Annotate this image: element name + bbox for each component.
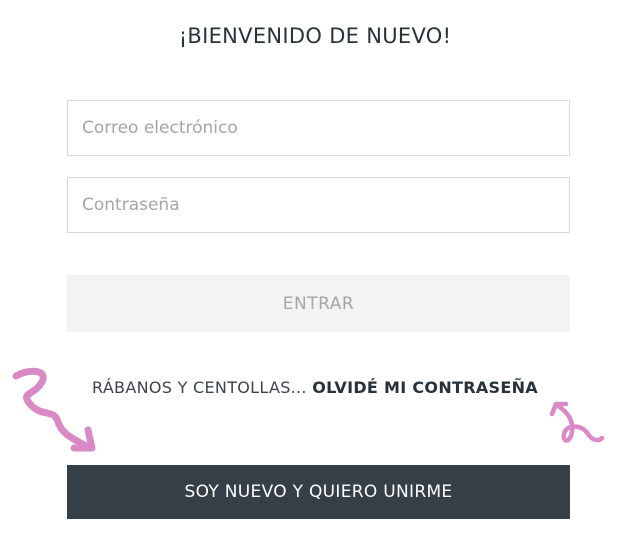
join-button[interactable]: SOY NUEVO Y QUIERO UNIRME <box>67 465 570 519</box>
email-field[interactable] <box>67 100 570 156</box>
password-field[interactable] <box>67 177 570 233</box>
page-title: ¡BIENVENIDO DE NUEVO! <box>178 24 452 48</box>
loop-arrow-icon <box>549 401 605 443</box>
squiggle-arrow-icon <box>12 367 96 452</box>
enter-button[interactable]: ENTRAR <box>67 275 570 332</box>
forgot-password-link[interactable]: OLVIDÉ MI CONTRASEÑA <box>312 378 538 397</box>
forgot-prefix-text: RÁBANOS Y CENTOLLAS... <box>92 378 307 397</box>
